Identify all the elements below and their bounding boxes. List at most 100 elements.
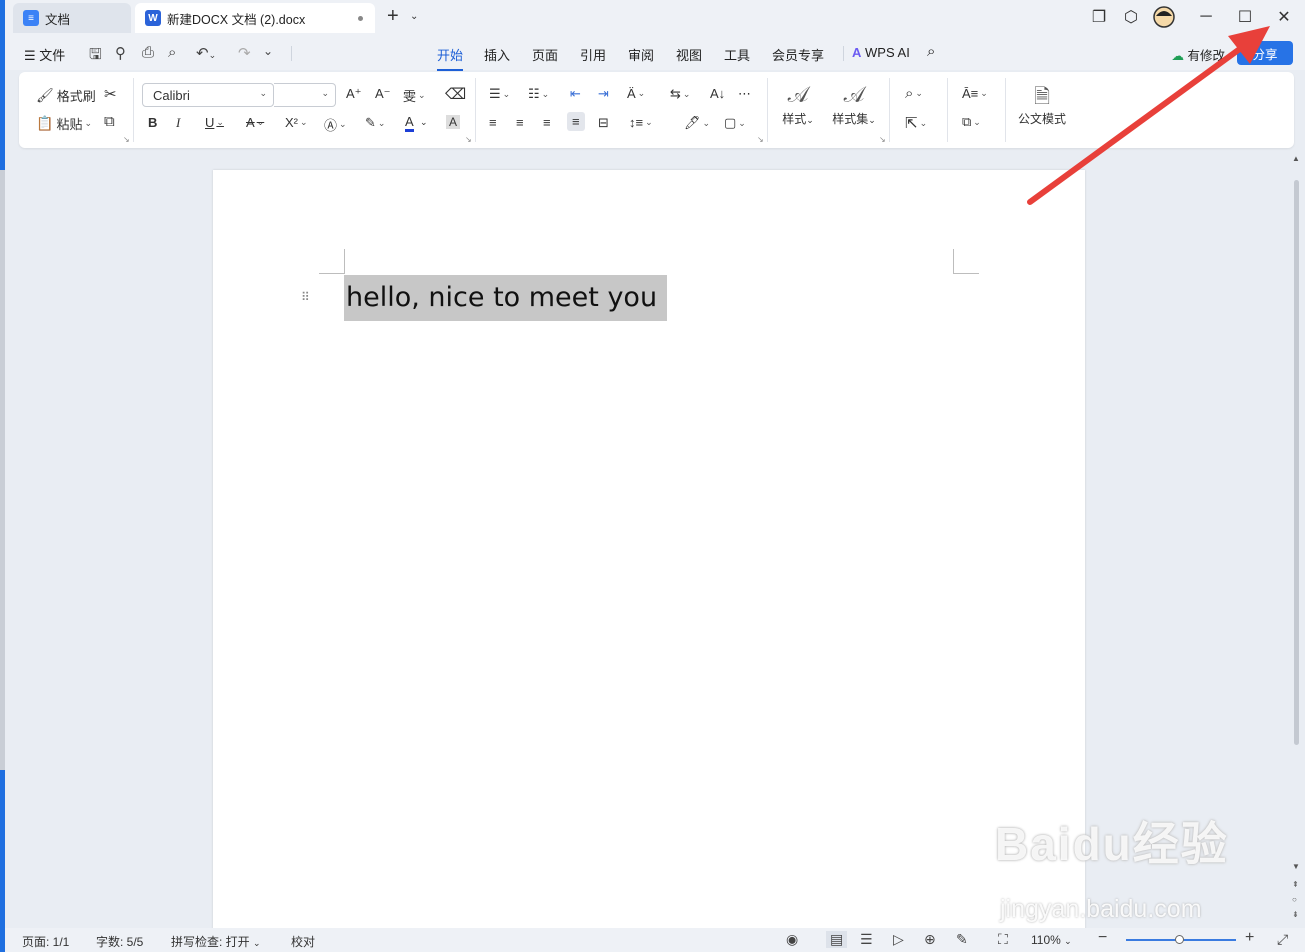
- zoom-out-icon[interactable]: −: [1098, 929, 1107, 947]
- tab-tools[interactable]: 工具: [724, 45, 750, 64]
- tab-review[interactable]: 审阅: [628, 45, 654, 64]
- tab-page[interactable]: 页面: [532, 45, 558, 64]
- file-menu[interactable]: ☰ 文件: [24, 45, 65, 64]
- find-icon[interactable]: ⌕ ⌄: [905, 85, 923, 102]
- bullet-list-icon[interactable]: ☰ ⌄: [489, 86, 510, 102]
- justify-icon[interactable]: ≡: [567, 112, 585, 131]
- document-page[interactable]: ⠿ hello, nice to meet you: [213, 170, 1085, 930]
- font-color-icon[interactable]: A: [405, 115, 414, 132]
- italic-icon[interactable]: I: [176, 115, 180, 131]
- paragraph-expand-icon[interactable]: ↘: [757, 135, 764, 144]
- docs-home-icon: ≡: [23, 10, 39, 26]
- zoom-level[interactable]: 110% ⌄: [1031, 933, 1072, 947]
- redo-icon[interactable]: ↷: [238, 44, 251, 62]
- search-icon[interactable]: ⌕: [927, 43, 935, 60]
- increase-indent-icon[interactable]: ⇥: [598, 86, 609, 102]
- fit-page-icon[interactable]: ⛶: [998, 931, 1008, 948]
- proofread-button[interactable]: 校对: [291, 933, 315, 950]
- align-center-icon[interactable]: ≡: [516, 115, 524, 130]
- wps-ai-button[interactable]: A WPS AI: [852, 45, 910, 60]
- scroll-down-icon[interactable]: ▼: [1292, 862, 1300, 871]
- font-color-dropdown-icon[interactable]: ⌄: [420, 117, 428, 128]
- tab-member[interactable]: 会员专享: [772, 45, 824, 64]
- export-pdf-icon[interactable]: ⚲: [115, 44, 126, 62]
- next-page-icon[interactable]: ⇟: [1292, 910, 1299, 919]
- tab-label: 文档: [45, 12, 71, 27]
- eye-protection-icon[interactable]: ◉: [786, 931, 798, 948]
- text-direction-icon[interactable]: ⇆ ⌄: [670, 86, 690, 102]
- text-tools-icon[interactable]: Ā≡ ⌄: [962, 86, 988, 101]
- character-shading-icon[interactable]: A: [446, 115, 461, 129]
- tab-references[interactable]: 引用: [580, 45, 606, 64]
- zoom-slider-thumb[interactable]: [1175, 935, 1184, 944]
- tab-current-document[interactable]: W 新建DOCX 文档 (2).docx: [135, 3, 375, 33]
- quick-access-more-icon[interactable]: ⌄: [263, 44, 273, 58]
- write-mode-icon[interactable]: ✎: [956, 931, 968, 948]
- clear-format-icon[interactable]: ⌫: [445, 85, 466, 103]
- styles-button[interactable]: 𝒜 样式⌄: [768, 82, 828, 127]
- shading-icon[interactable]: 🖊 ⌄: [684, 115, 710, 131]
- font-name-select[interactable]: Calibri ⌄: [142, 83, 274, 107]
- numbered-list-icon[interactable]: ☷ ⌄: [528, 86, 549, 102]
- copy-icon[interactable]: ⧉: [104, 113, 115, 130]
- chinese-layout-icon[interactable]: Ä ⌄: [627, 86, 645, 101]
- select-browse-object-icon[interactable]: ○: [1292, 895, 1297, 904]
- outline-view-icon[interactable]: ☰: [860, 931, 873, 948]
- increase-font-icon[interactable]: A⁺: [346, 86, 362, 102]
- web-view-icon[interactable]: ⊕: [924, 931, 936, 948]
- new-tab-plus-icon[interactable]: +: [387, 5, 399, 28]
- align-right-icon[interactable]: ≡: [543, 115, 551, 130]
- decrease-indent-icon[interactable]: ⇤: [570, 86, 581, 102]
- page-indicator[interactable]: 页面: 1/1: [22, 933, 69, 950]
- distributed-align-icon[interactable]: ⊟: [598, 115, 609, 131]
- tab-insert[interactable]: 插入: [484, 45, 510, 64]
- play-icon[interactable]: ▷: [893, 931, 904, 948]
- pinyin-guide-icon[interactable]: 雯 ⌄: [403, 86, 426, 105]
- tab-view[interactable]: 视图: [676, 45, 702, 64]
- undo-icon[interactable]: ↶⌄: [196, 44, 216, 62]
- cut-icon[interactable]: ✂: [104, 85, 117, 103]
- show-marks-icon[interactable]: ⋯: [738, 86, 751, 102]
- superscript-icon[interactable]: X² ⌄: [285, 115, 308, 130]
- sort-icon[interactable]: A↓: [710, 86, 725, 101]
- save-icon[interactable]: 🖫: [89, 44, 102, 69]
- zoom-in-icon[interactable]: +: [1245, 929, 1254, 947]
- font-expand-icon[interactable]: ↘: [465, 135, 472, 144]
- underline-icon[interactable]: U ⌄: [205, 115, 224, 130]
- print-preview-icon[interactable]: ⌕: [168, 44, 176, 61]
- scroll-up-icon[interactable]: ▲: [1292, 154, 1300, 163]
- strikethrough-icon[interactable]: A ⌄: [246, 115, 264, 130]
- line-spacing-icon[interactable]: ↕≡ ⌄: [629, 115, 653, 130]
- word-count[interactable]: 字数: 5/5: [96, 933, 143, 950]
- highlight-icon[interactable]: ✎ ⌄: [365, 115, 385, 131]
- baidu-watermark-url: jingyan.baidu.com: [1000, 895, 1202, 923]
- clipboard-expand-icon[interactable]: ↘: [123, 135, 130, 144]
- arrange-icon[interactable]: ⧉ ⌄: [962, 114, 981, 130]
- unsaved-dot-icon[interactable]: [358, 16, 363, 21]
- decrease-font-icon[interactable]: A⁻: [375, 86, 391, 102]
- format-painter-button[interactable]: 🖌 格式刷: [36, 86, 96, 105]
- tab-home[interactable]: 开始: [437, 45, 464, 71]
- paragraph-drag-handle-icon[interactable]: ⠿: [301, 290, 310, 304]
- new-tab-dropdown-icon[interactable]: ⌄: [410, 11, 418, 22]
- align-left-icon[interactable]: ≡: [489, 115, 497, 130]
- select-icon[interactable]: ⇱ ⌄: [905, 114, 927, 132]
- word-doc-icon: W: [145, 10, 161, 26]
- bold-icon[interactable]: B: [148, 115, 157, 130]
- tab-docs-home[interactable]: ≡ 文档: [13, 3, 131, 33]
- borders-icon[interactable]: ▢ ⌄: [724, 115, 746, 131]
- scrollbar-track[interactable]: [1294, 180, 1299, 745]
- spell-check-toggle[interactable]: 拼写检查: 打开 ⌄: [171, 933, 261, 950]
- print-icon[interactable]: ⎙: [142, 44, 154, 61]
- fullscreen-icon[interactable]: ⤢: [1277, 931, 1288, 948]
- text-effect-icon[interactable]: Ⓐ ⌄: [324, 115, 347, 134]
- styles-expand-icon[interactable]: ↘: [879, 135, 886, 144]
- style-set-button[interactable]: 𝒜 样式集⌄: [824, 82, 884, 127]
- selected-paragraph-text[interactable]: hello, nice to meet you: [344, 275, 668, 321]
- page-view-icon[interactable]: ▤: [826, 931, 848, 948]
- vertical-scrollbar[interactable]: ▲ ▼ ⇞ ○ ⇟: [1289, 150, 1305, 928]
- crop-mark-top-left: [319, 249, 345, 274]
- font-size-select[interactable]: ⌄: [274, 83, 336, 107]
- prev-page-icon[interactable]: ⇞: [1292, 880, 1299, 889]
- paste-button[interactable]: 📋 粘贴 ⌄: [36, 114, 92, 133]
